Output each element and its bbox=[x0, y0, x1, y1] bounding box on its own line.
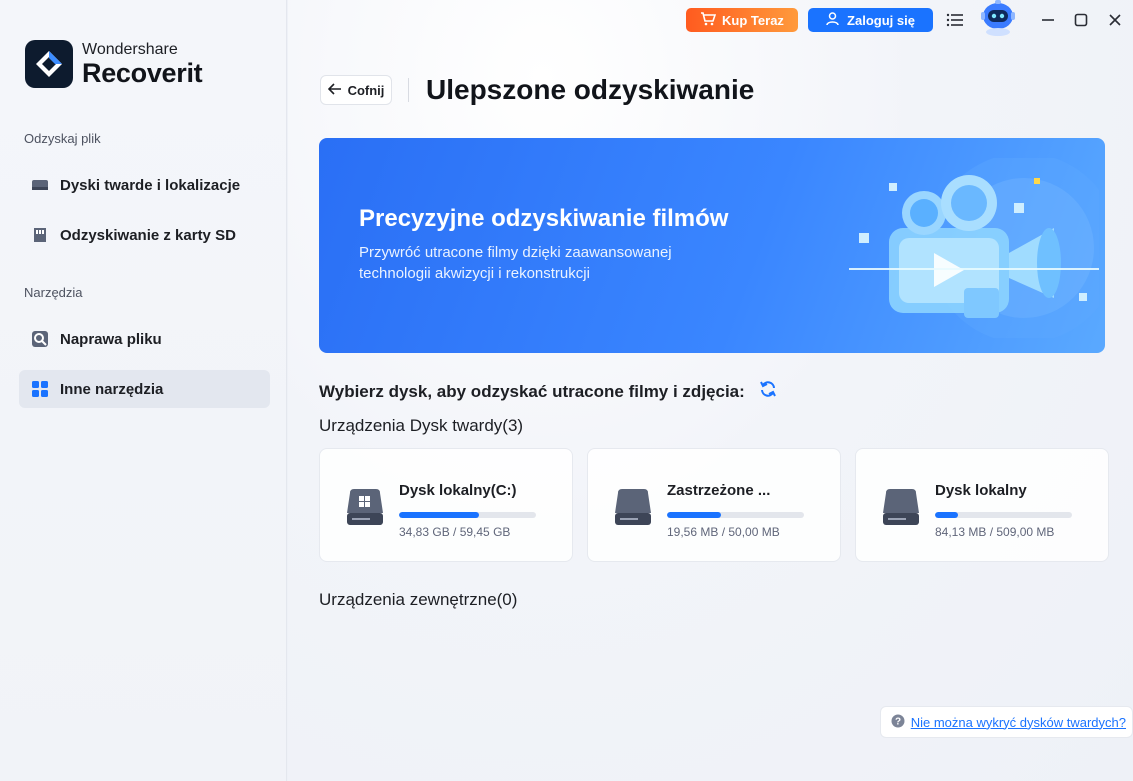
disk-name: Dysk lokalny(C:) bbox=[399, 482, 517, 499]
disk-name: Dysk lokalny bbox=[935, 482, 1027, 499]
file-repair-icon bbox=[30, 329, 50, 349]
arrow-left-icon bbox=[327, 82, 342, 98]
main-panel: Kup Teraz Zaloguj się Cofnij Ulepszone o… bbox=[288, 0, 1133, 781]
hdd-group-title: Urządzenia Dysk twardy(3) bbox=[319, 416, 524, 435]
banner-title: Precyzyjne odzyskiwanie filmów bbox=[359, 205, 729, 232]
app-logo: Wondershare Recoverit bbox=[25, 40, 203, 88]
disk-card-c[interactable]: Dysk lokalny(C:) 34,83 GB / 59,45 GB bbox=[319, 448, 573, 562]
refresh-icon[interactable] bbox=[759, 380, 777, 403]
sidebar: Wondershare Recoverit Odzyskaj plik Dysk… bbox=[0, 0, 287, 781]
drive-icon bbox=[883, 489, 919, 525]
disk-size: 34,83 GB / 59,45 GB bbox=[399, 525, 511, 539]
video-camera-illustration bbox=[849, 158, 1099, 338]
svg-text:?: ? bbox=[895, 716, 901, 727]
close-icon[interactable] bbox=[1103, 8, 1127, 32]
disk-name: Zastrzeżone ... bbox=[667, 482, 771, 499]
maximize-icon[interactable] bbox=[1069, 8, 1093, 32]
cart-icon bbox=[700, 11, 717, 29]
disk-card-reserved[interactable]: Zastrzeżone ... 19,56 MB / 50,00 MB bbox=[587, 448, 841, 562]
sidebar-item-other-tools[interactable]: Inne narzędzia bbox=[19, 370, 270, 408]
user-icon bbox=[826, 11, 839, 29]
sd-card-icon bbox=[30, 225, 50, 245]
windows-drive-icon bbox=[347, 489, 383, 525]
back-button[interactable]: Cofnij bbox=[320, 75, 392, 105]
select-disk-label: Wybierz dysk, aby odzyskać utracone film… bbox=[319, 381, 745, 401]
hard-drive-icon bbox=[30, 175, 50, 195]
sidebar-item-label: Inne narzędzia bbox=[60, 380, 164, 398]
disk-usage-bar bbox=[667, 512, 804, 518]
back-label: Cofnij bbox=[347, 82, 385, 98]
disk-usage-bar bbox=[935, 512, 1072, 518]
buy-now-button[interactable]: Kup Teraz bbox=[686, 8, 798, 32]
drive-icon bbox=[615, 489, 651, 525]
help-question-icon: ? bbox=[891, 714, 905, 731]
sidebar-item-label: Dyski twarde i lokalizacje bbox=[60, 176, 241, 194]
disk-usage-bar bbox=[399, 512, 536, 518]
grid-tools-icon bbox=[30, 379, 50, 399]
external-group-title: Urządzenia zewnętrzne(0) bbox=[319, 590, 518, 609]
sidebar-item-label: Naprawa pliku bbox=[60, 330, 162, 348]
title-divider bbox=[408, 78, 409, 102]
section-label-recover: Odzyskaj plik bbox=[24, 131, 101, 146]
help-link-label: Nie można wykryć dysków twardych? bbox=[910, 714, 1126, 730]
brand-name: Wondershare bbox=[82, 40, 178, 58]
menu-icon[interactable] bbox=[943, 8, 967, 32]
select-disk-prompt: Wybierz dysk, aby odzyskać utracone film… bbox=[319, 380, 777, 403]
buy-now-label: Kup Teraz bbox=[722, 12, 784, 28]
sidebar-item-file-repair[interactable]: Naprawa pliku bbox=[19, 320, 270, 358]
disk-size: 19,56 MB / 50,00 MB bbox=[667, 525, 780, 539]
feature-banner: Precyzyjne odzyskiwanie filmów Przywróć … bbox=[319, 138, 1105, 353]
login-label: Zaloguj się bbox=[847, 12, 915, 28]
sidebar-item-sd-card[interactable]: Odzyskiwanie z karty SD bbox=[19, 216, 270, 254]
assistant-robot-icon[interactable] bbox=[976, 0, 1020, 36]
recoverit-logo-icon bbox=[25, 40, 73, 88]
page-title: Ulepszone odzyskiwanie bbox=[426, 74, 755, 105]
section-label-tools: Narzędzia bbox=[24, 285, 83, 300]
cannot-detect-drives-link[interactable]: ? Nie można wykryć dysków twardych? bbox=[879, 706, 1133, 738]
login-button[interactable]: Zaloguj się bbox=[808, 8, 933, 32]
sidebar-item-hard-drives[interactable]: Dyski twarde i lokalizacje bbox=[19, 166, 270, 204]
banner-subtitle: Przywróć utracone filmy dzięki zaawansow… bbox=[359, 244, 672, 282]
sidebar-item-label: Odzyskiwanie z karty SD bbox=[60, 226, 236, 244]
product-name: Recoverit bbox=[82, 57, 203, 88]
disk-size: 84,13 MB / 509,00 MB bbox=[935, 525, 1055, 539]
disk-card-local[interactable]: Dysk lokalny 84,13 MB / 509,00 MB bbox=[855, 448, 1109, 562]
minimize-icon[interactable] bbox=[1036, 8, 1060, 32]
